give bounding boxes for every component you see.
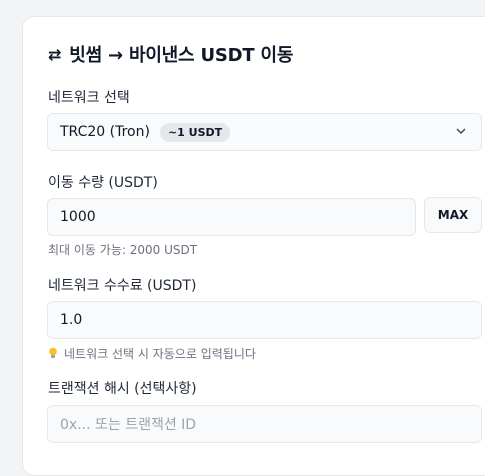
page-title: ⇄ 빗썸 → 바이낸스 USDT 이동 (48, 41, 293, 67)
tx-hash-label: 트랜잭션 해시 (선택사항) (48, 381, 197, 397)
swap-arrows-icon: ⇄ (48, 44, 62, 64)
fee-value: 1.0 (60, 312, 83, 328)
network-selected-value: TRC20 (Tron) (60, 124, 150, 140)
fee-input[interactable]: 1.0 (47, 301, 482, 339)
tx-hash-input[interactable]: 0x... 또는 트랜잭션 ID (47, 405, 482, 443)
lightbulb-icon (49, 347, 57, 358)
amount-label: 이동 수량 (USDT) (48, 175, 158, 191)
amount-input[interactable]: 1000 (47, 198, 416, 236)
fee-label: 네트워크 수수료 (USDT) (48, 278, 197, 294)
title-text: 빗썸 → 바이낸스 USDT 이동 (69, 45, 294, 66)
fee-badge: ~1 USDT (159, 122, 231, 142)
amount-hint-text: 최대 이동 가능: 2000 USDT (48, 243, 198, 257)
fee-hint: 네트워크 선택 시 자동으로 입력됩니다 (48, 345, 256, 362)
chevron-down-icon (456, 128, 466, 134)
fee-hint-text: 네트워크 선택 시 자동으로 입력됩니다 (64, 347, 256, 361)
amount-value: 1000 (60, 209, 96, 225)
max-button[interactable]: MAX (424, 197, 482, 233)
transfer-card: ⇄ 빗썸 → 바이낸스 USDT 이동 네트워크 선택 TRC20 (Tron)… (22, 16, 485, 476)
amount-hint: 최대 이동 가능: 2000 USDT (48, 241, 197, 258)
network-label: 네트워크 선택 (48, 90, 130, 106)
network-select[interactable]: TRC20 (Tron) ~1 USDT (47, 113, 482, 151)
tx-hash-placeholder: 0x... 또는 트랜잭션 ID (60, 417, 197, 433)
